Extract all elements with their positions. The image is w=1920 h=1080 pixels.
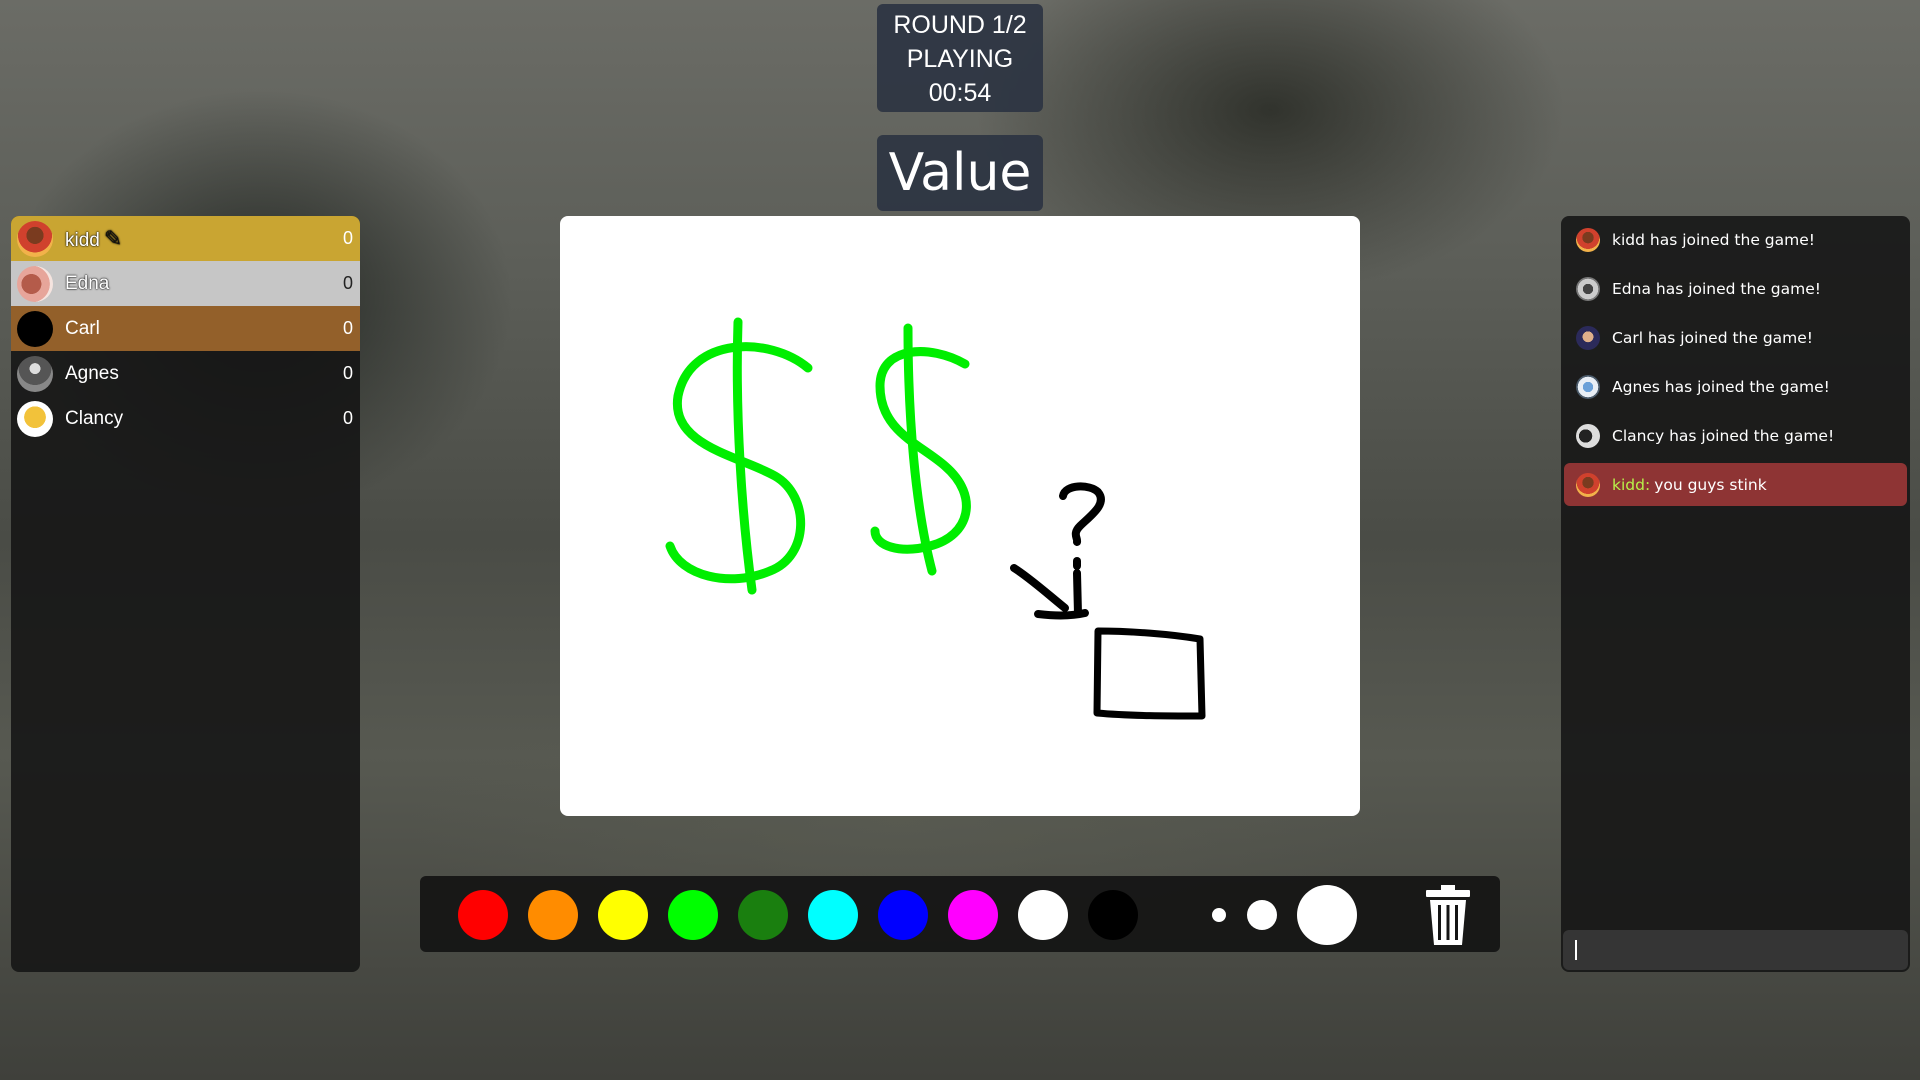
- player-score: 0: [342, 273, 353, 293]
- drawing-strokes: [665, 317, 1206, 720]
- color-swatch-yellow[interactable]: [598, 890, 648, 940]
- arrow-stroke: [1034, 609, 1089, 620]
- round-timer: 00:54: [928, 79, 992, 107]
- avatar: [1576, 227, 1600, 252]
- brush-size-small[interactable]: [1212, 908, 1226, 922]
- player-list: kidd ✎ 0 Edna 0 Carl 0 Agnes 0 Clancy 0: [11, 216, 360, 972]
- arrow-stroke: [1073, 569, 1082, 618]
- player-row: Edna 0: [11, 261, 360, 306]
- avatar: [17, 400, 53, 437]
- avatar: [1576, 423, 1600, 448]
- box-stroke: [1093, 627, 1206, 720]
- brush-size-large[interactable]: [1297, 885, 1357, 945]
- chat-text: Edna has joined the game!: [1612, 279, 1821, 298]
- avatar: [1576, 374, 1600, 399]
- chat-text: Carl has joined the game!: [1612, 328, 1814, 347]
- chat-panel: kidd has joined the game! Edna has joine…: [1561, 216, 1910, 972]
- chat-input[interactable]: [1563, 930, 1908, 970]
- avatar: [17, 355, 53, 392]
- player-score: 0: [342, 318, 353, 338]
- drawing-toolbar: [420, 876, 1500, 952]
- color-swatch-black[interactable]: [1088, 890, 1138, 940]
- pencil-icon: ✎: [103, 225, 123, 251]
- color-swatch-magenta[interactable]: [948, 890, 998, 940]
- player-name: Edna: [65, 272, 110, 294]
- question-mark-stroke: [1059, 482, 1105, 546]
- chat-text: Clancy has joined the game!: [1612, 426, 1835, 445]
- player-row: Agnes 0: [11, 351, 360, 396]
- player-score: 0: [342, 363, 353, 383]
- chat-text: Agnes has joined the game!: [1612, 377, 1830, 396]
- player-name: kidd ✎: [65, 225, 123, 251]
- avatar: [1576, 472, 1600, 497]
- chat-message: Clancy has joined the game!: [1564, 414, 1907, 457]
- color-swatch-dark-green[interactable]: [738, 890, 788, 940]
- chat-text: you guys stink: [1654, 475, 1767, 494]
- round-status-panel: ROUND 1/2 PLAYING 00:54: [877, 4, 1043, 112]
- color-swatch-red[interactable]: [458, 890, 508, 940]
- avatar: [17, 265, 53, 302]
- player-name: Agnes: [65, 362, 119, 384]
- chat-message: Agnes has joined the game!: [1564, 365, 1907, 408]
- chat-author: kidd:: [1612, 475, 1651, 494]
- chat-text: kidd has joined the game!: [1612, 230, 1815, 249]
- arrow-stroke: [1010, 564, 1069, 612]
- color-swatch-cyan[interactable]: [808, 890, 858, 940]
- round-counter: ROUND 1/2: [893, 11, 1027, 39]
- game-status: PLAYING: [906, 45, 1014, 73]
- current-word: Value: [877, 135, 1043, 211]
- avatar: [17, 220, 53, 257]
- drawing-canvas[interactable]: [560, 216, 1360, 816]
- text-cursor: [1575, 940, 1577, 960]
- dollar-sign-stroke: [732, 317, 757, 595]
- color-swatch-blue[interactable]: [878, 890, 928, 940]
- player-name: Clancy: [65, 407, 124, 429]
- brush-size-medium[interactable]: [1247, 900, 1277, 930]
- chat-message: kidd: you guys stink: [1564, 463, 1907, 506]
- player-score: 0: [342, 408, 353, 428]
- chat-message: kidd has joined the game!: [1564, 218, 1907, 261]
- player-name: Carl: [65, 317, 100, 339]
- chat-message: Edna has joined the game!: [1564, 267, 1907, 310]
- color-swatch-white[interactable]: [1018, 890, 1068, 940]
- chat-message: Carl has joined the game!: [1564, 316, 1907, 359]
- player-row: Carl 0: [11, 306, 360, 351]
- player-row: kidd ✎ 0: [11, 216, 360, 261]
- trash-icon[interactable]: [1424, 884, 1472, 946]
- avatar: [1576, 276, 1600, 301]
- avatar: [17, 310, 53, 347]
- player-row: Clancy 0: [11, 396, 360, 441]
- color-swatch-orange[interactable]: [528, 890, 578, 940]
- player-score: 0: [342, 228, 353, 248]
- color-swatch-green[interactable]: [668, 890, 718, 940]
- avatar: [1576, 325, 1600, 350]
